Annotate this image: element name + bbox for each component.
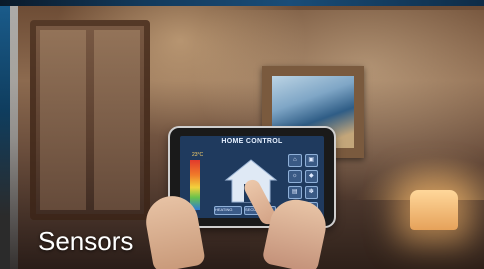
screen-title: HOME CONTROL [221, 138, 283, 145]
heating-button: HEATING [214, 206, 242, 215]
tile-caption: Sensors [38, 226, 134, 256]
shield-icon: ◆ [304, 170, 318, 183]
lamp [410, 190, 458, 230]
left-neighbor-tile-edge-highlight [10, 6, 18, 269]
left-neighbor-tile-edge [0, 6, 10, 269]
light-icon: ☼ [288, 170, 302, 183]
sensors-tile[interactable]: HOME CONTROL 23°C ⌂ ▣ ☼ ◆ ▤ ✽ ◉ ⚙ HEATIN… [0, 0, 484, 269]
thermometer-bar [190, 160, 200, 210]
lock-icon: ▣ [304, 154, 318, 167]
window-pane-right [94, 30, 140, 210]
temperature-readout: 23°C [192, 152, 204, 158]
grid-icon: ▤ [288, 186, 302, 199]
home-icon: ⌂ [288, 154, 302, 167]
fan-icon: ✽ [304, 186, 318, 199]
top-border [0, 0, 484, 6]
window-pane-left [40, 30, 86, 210]
window [30, 20, 150, 220]
